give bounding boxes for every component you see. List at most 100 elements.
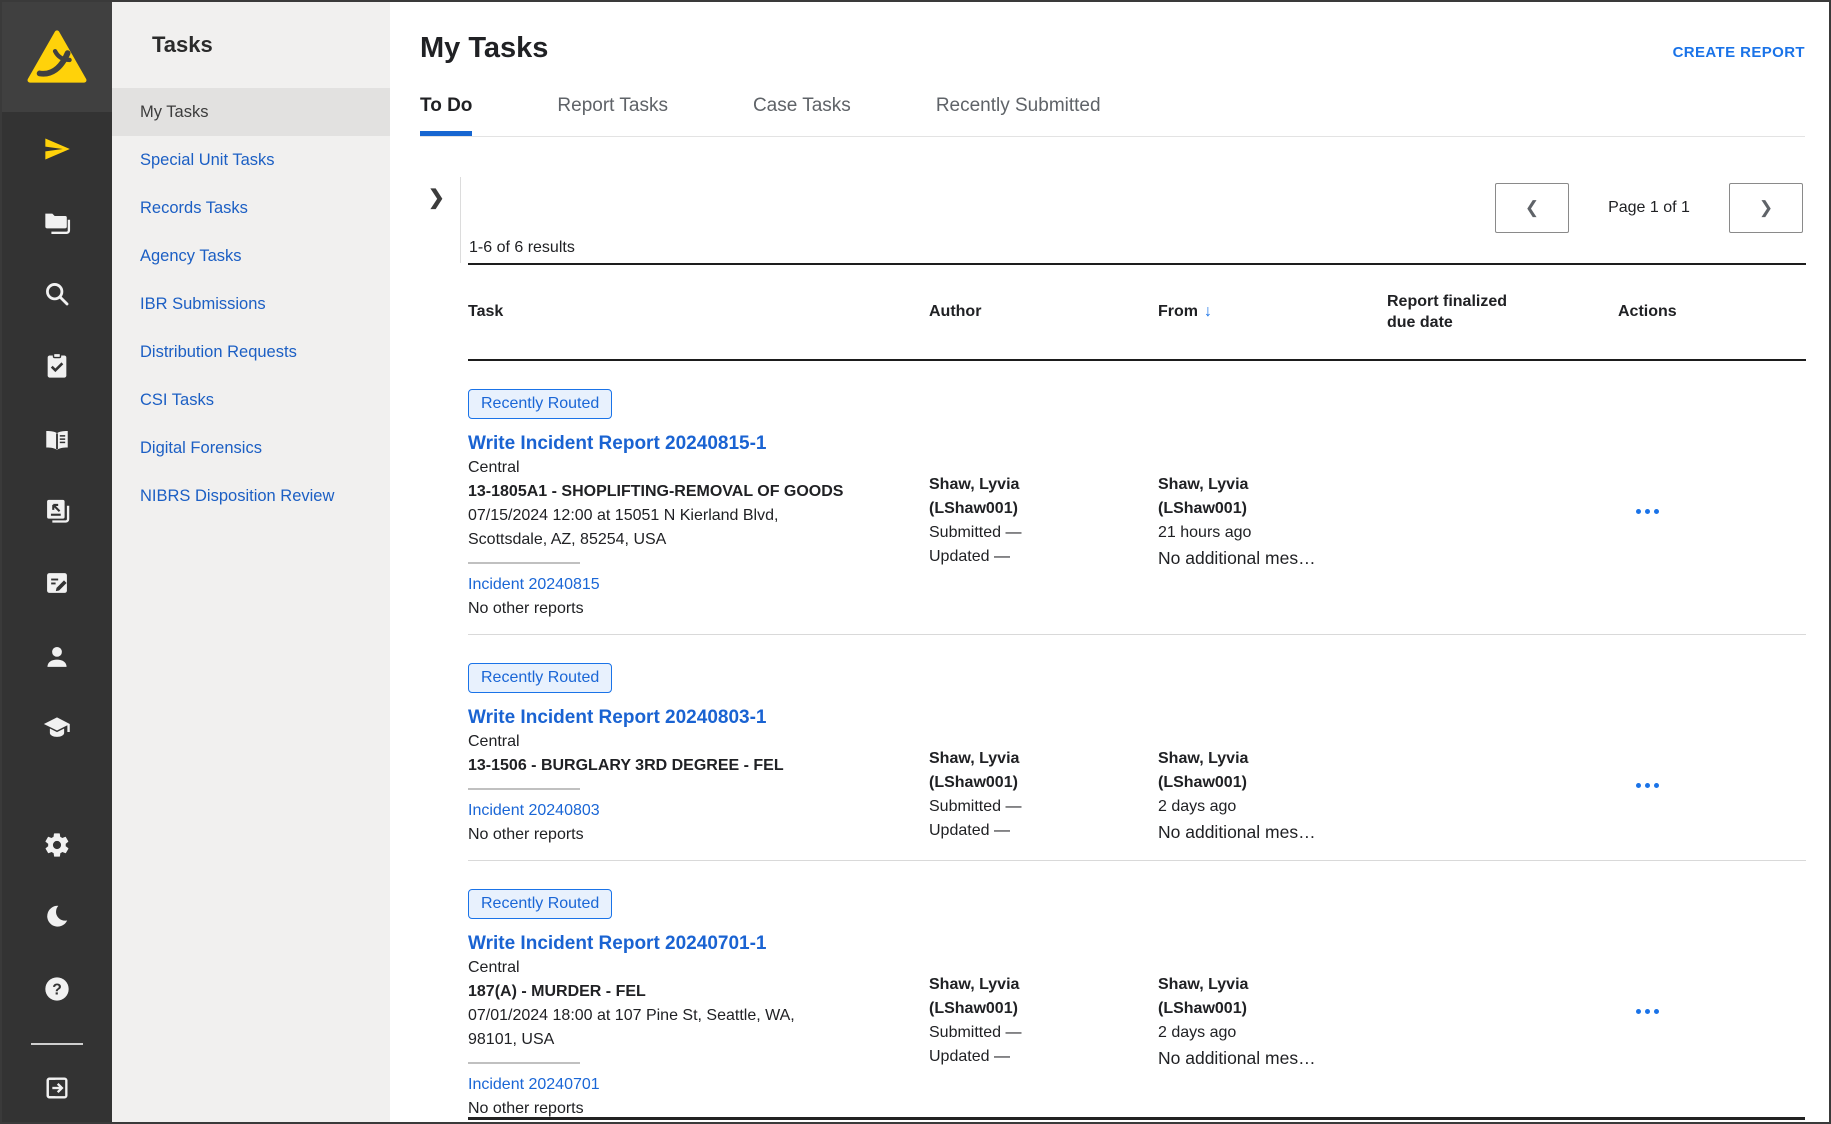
task-cell: Recently Routed Write Incident Report 20… bbox=[468, 889, 929, 1118]
column-header-from[interactable]: From↓ bbox=[1158, 303, 1387, 321]
axon-delta-logo-icon bbox=[26, 28, 88, 86]
due-date-cell bbox=[1387, 663, 1618, 844]
tasks-table: Task Author From↓ Report finalized due d… bbox=[468, 263, 1806, 1122]
task-divider bbox=[468, 788, 580, 790]
main-header: My Tasks CREATE REPORT bbox=[420, 2, 1805, 65]
author-submitted: Submitted — bbox=[929, 1021, 1142, 1045]
task-offense: 187(A) - MURDER - FEL bbox=[468, 981, 929, 1003]
search-icon[interactable] bbox=[42, 279, 72, 309]
from-time: 21 hours ago bbox=[1158, 521, 1371, 545]
task-occurrence-line: Scottsdale, AZ, 85254, USA bbox=[468, 529, 929, 551]
sidebar-item-digital-forensics[interactable]: Digital Forensics bbox=[112, 424, 390, 472]
column-header-due-date: Report finalized due date bbox=[1387, 291, 1547, 333]
next-page-button[interactable]: ❯ bbox=[1729, 183, 1803, 233]
main-content: My Tasks CREATE REPORT To Do Report Task… bbox=[390, 2, 1829, 1122]
column-header-task: Task bbox=[468, 303, 929, 321]
sidebar-item-agency-tasks[interactable]: Agency Tasks bbox=[112, 232, 390, 280]
from-time: 2 days ago bbox=[1158, 795, 1371, 819]
task-unit: Central bbox=[468, 957, 929, 979]
other-reports-label: No other reports bbox=[468, 1100, 929, 1118]
gear-icon[interactable] bbox=[42, 830, 72, 860]
task-title-link[interactable]: Write Incident Report 20240815-1 bbox=[468, 433, 929, 455]
incident-link[interactable]: Incident 20240815 bbox=[468, 574, 929, 596]
from-username: (LShaw001) bbox=[1158, 997, 1371, 1021]
status-badge: Recently Routed bbox=[468, 389, 612, 419]
author-username: (LShaw001) bbox=[929, 771, 1142, 795]
task-occurrence-line: 07/15/2024 12:00 at 15051 N Kierland Blv… bbox=[468, 505, 929, 527]
other-reports-label: No other reports bbox=[468, 826, 929, 844]
tab-report-tasks[interactable]: Report Tasks bbox=[557, 95, 668, 136]
graduation-cap-icon[interactable] bbox=[42, 713, 72, 743]
from-name: Shaw, Lyvia bbox=[1158, 973, 1371, 997]
table-row: Recently Routed Write Incident Report 20… bbox=[468, 635, 1806, 861]
incident-link[interactable]: Incident 20240701 bbox=[468, 1074, 929, 1096]
sidebar-item-my-tasks[interactable]: My Tasks bbox=[112, 88, 390, 136]
edit-note-icon[interactable] bbox=[42, 568, 72, 598]
tab-to-do[interactable]: To Do bbox=[420, 95, 472, 136]
tab-case-tasks[interactable]: Case Tasks bbox=[753, 95, 851, 136]
author-name: Shaw, Lyvia bbox=[929, 747, 1142, 771]
from-cell: Shaw, Lyvia (LShaw001) 2 days ago No add… bbox=[1158, 663, 1387, 844]
tab-recently-submitted[interactable]: Recently Submitted bbox=[936, 95, 1101, 136]
status-badge: Recently Routed bbox=[468, 663, 612, 693]
from-message: No additional mes… bbox=[1158, 1046, 1371, 1070]
task-cell: Recently Routed Write Incident Report 20… bbox=[468, 389, 929, 618]
status-badge: Recently Routed bbox=[468, 889, 612, 919]
author-username: (LShaw001) bbox=[929, 497, 1142, 521]
sidebar-item-nibrs-disposition-review[interactable]: NIBRS Disposition Review bbox=[112, 472, 390, 520]
other-reports-label: No other reports bbox=[468, 600, 929, 618]
more-actions-icon[interactable] bbox=[1636, 1009, 1666, 1014]
task-offense: 13-1506 - BURGLARY 3RD DEGREE - FEL bbox=[468, 755, 929, 777]
create-report-button[interactable]: CREATE REPORT bbox=[1673, 44, 1805, 65]
axon-delta-logo[interactable] bbox=[2, 2, 112, 112]
task-title-link[interactable]: Write Incident Report 20240701-1 bbox=[468, 933, 929, 955]
task-occurrence-line: 98101, USA bbox=[468, 1029, 929, 1051]
task-cell: Recently Routed Write Incident Report 20… bbox=[468, 663, 929, 844]
author-cell: Shaw, Lyvia (LShaw001) Submitted — Updat… bbox=[929, 389, 1158, 618]
task-divider bbox=[468, 562, 580, 564]
more-actions-icon[interactable] bbox=[1636, 509, 1666, 514]
author-name: Shaw, Lyvia bbox=[929, 973, 1142, 997]
person-icon[interactable] bbox=[42, 642, 72, 672]
table-row: Recently Routed Write Incident Report 20… bbox=[468, 861, 1806, 1122]
author-cell: Shaw, Lyvia (LShaw001) Submitted — Updat… bbox=[929, 889, 1158, 1118]
tabs-row: To Do Report Tasks Case Tasks Recently S… bbox=[420, 95, 1805, 137]
column-header-author: Author bbox=[929, 303, 1158, 321]
from-message: No additional mes… bbox=[1158, 546, 1371, 570]
sidebar-item-records-tasks[interactable]: Records Tasks bbox=[112, 184, 390, 232]
more-actions-icon[interactable] bbox=[1636, 783, 1666, 788]
document-stack-arrow-icon[interactable] bbox=[42, 496, 72, 526]
from-username: (LShaw001) bbox=[1158, 771, 1371, 795]
rail-divider bbox=[31, 1043, 83, 1045]
sidebar-item-ibr-submissions[interactable]: IBR Submissions bbox=[112, 280, 390, 328]
page-title: My Tasks bbox=[420, 32, 548, 65]
task-unit: Central bbox=[468, 457, 929, 479]
actions-cell bbox=[1618, 663, 1806, 844]
help-icon[interactable]: ? bbox=[42, 974, 72, 1004]
sidebar-title: Tasks bbox=[112, 2, 390, 88]
incident-link[interactable]: Incident 20240803 bbox=[468, 800, 929, 822]
previous-page-button[interactable]: ❮ bbox=[1495, 183, 1569, 233]
svg-text:?: ? bbox=[52, 981, 62, 998]
task-divider bbox=[468, 1062, 580, 1064]
app-window: ? Tasks My Tasks Special Unit Tasks Reco… bbox=[0, 0, 1831, 1124]
viewport-bottom-divider bbox=[468, 1117, 1805, 1120]
sidebar-item-csi-tasks[interactable]: CSI Tasks bbox=[112, 376, 390, 424]
clipboard-check-icon[interactable] bbox=[42, 351, 72, 381]
send-icon[interactable] bbox=[42, 134, 72, 164]
tasks-sidebar: Tasks My Tasks Special Unit Tasks Record… bbox=[112, 2, 390, 1122]
author-cell: Shaw, Lyvia (LShaw001) Submitted — Updat… bbox=[929, 663, 1158, 844]
page-indicator: Page 1 of 1 bbox=[1569, 199, 1729, 217]
sidebar-item-special-unit-tasks[interactable]: Special Unit Tasks bbox=[112, 136, 390, 184]
due-date-cell bbox=[1387, 889, 1618, 1118]
open-book-icon[interactable] bbox=[42, 426, 72, 456]
sidebar-item-distribution-requests[interactable]: Distribution Requests bbox=[112, 328, 390, 376]
author-updated: Updated — bbox=[929, 545, 1142, 569]
moon-icon[interactable] bbox=[42, 901, 72, 931]
sign-out-icon[interactable] bbox=[42, 1073, 72, 1103]
task-occurrence-line: 07/01/2024 18:00 at 107 Pine St, Seattle… bbox=[468, 1005, 929, 1027]
expand-filters-chevron-icon[interactable]: ❯ bbox=[420, 177, 460, 263]
folders-icon[interactable] bbox=[42, 208, 72, 238]
table-header-row: Task Author From↓ Report finalized due d… bbox=[468, 263, 1806, 361]
task-title-link[interactable]: Write Incident Report 20240803-1 bbox=[468, 707, 929, 729]
